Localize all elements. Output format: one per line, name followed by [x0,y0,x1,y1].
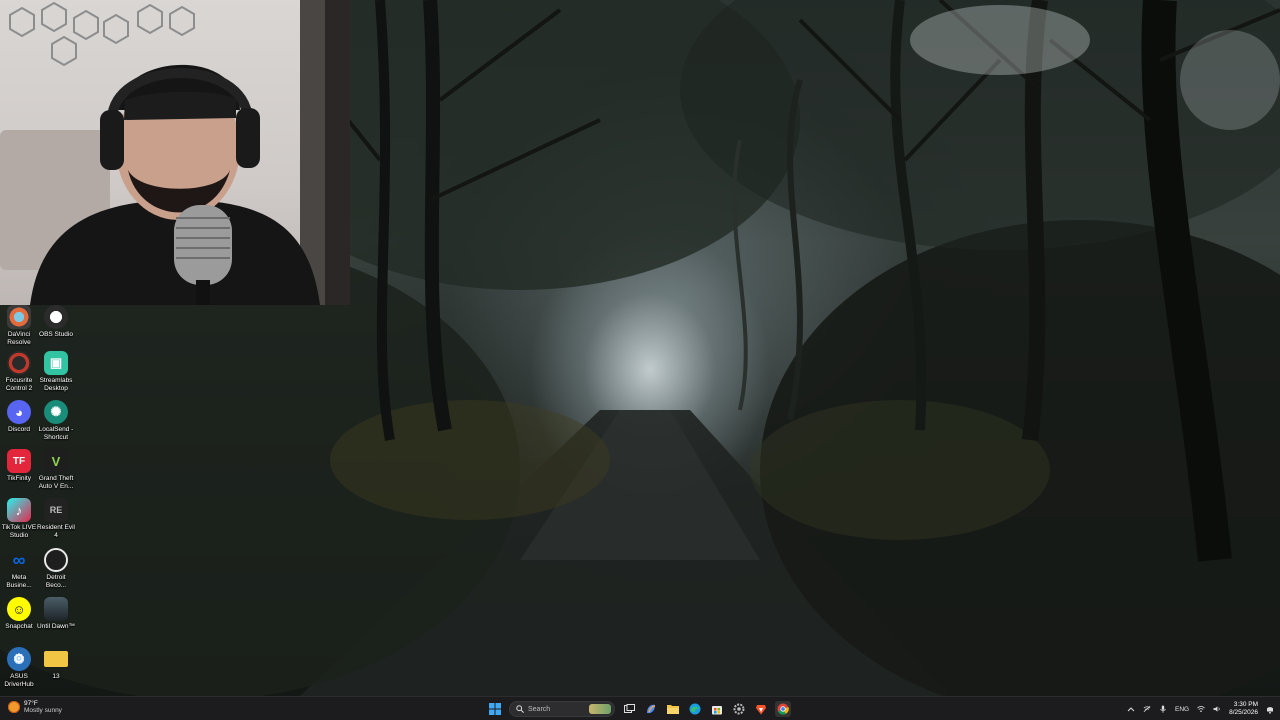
desktop-icon-folder-13[interactable]: 13 [37,647,75,681]
search-highlight-icon [589,704,611,714]
desktop-icon-label: Streamlabs Desktop [39,377,73,392]
search-icon [516,705,524,713]
desktop-icon-label: ASUS DriverHub [4,673,34,688]
desktop-icon-label: Focusrite Control 2 [5,377,33,392]
webcam-overlay [0,0,350,305]
focusrite-icon [7,351,31,375]
desktop-icon-focusrite[interactable]: Focusrite Control 2 [0,351,38,392]
weather-condition: Mostly sunny [24,707,62,714]
chrome-button[interactable] [775,701,791,717]
windows-start-icon [489,703,501,715]
desktop-icon-detroit[interactable]: Detroit Beco... [37,548,75,589]
network-disconnected-icon [1143,706,1151,712]
desktop-icon-tiktok-live[interactable]: ♪ TikTok LIVE Studio [0,498,38,539]
desktop-icon-label: Discord [7,426,31,433]
desktop-icon-asus-driverhub[interactable]: ⚙ ASUS DriverHub [0,647,38,688]
desktop-icon-tikfinity[interactable]: TF TikFinity [0,449,38,483]
desktop-icon-discord[interactable]: ◕ Discord [0,400,38,434]
chrome-icon [777,703,789,715]
settings-button[interactable] [731,701,747,717]
obs-studio-icon [44,305,68,329]
file-explorer-button[interactable] [665,701,681,717]
input-language-indicator[interactable]: ENG [1175,706,1189,713]
taskbar: 97°F Mostly sunny Search ENG 3:30 PM 8/2… [0,696,1280,720]
desktop-icon-label: Grand Theft Auto V En... [38,475,74,490]
desktop-icon-label: 13 [52,673,60,680]
edge-button[interactable] [687,701,703,717]
microphone-button[interactable] [1159,705,1167,713]
desktop-icon-snapchat[interactable]: ☺ Snapchat [0,597,38,631]
desktop-icon-gta-v[interactable]: V Grand Theft Auto V En... [37,449,75,490]
desktop-icon-resident-evil[interactable]: RE Resident Evil 4 [37,498,75,539]
microsoft-store-button[interactable] [709,701,725,717]
volume-button[interactable] [1213,705,1221,713]
desktop-icon-label: TikTok LIVE Studio [1,524,37,539]
edge-icon [689,703,701,715]
search-placeholder: Search [528,705,551,713]
chevron-up-icon [1127,707,1135,712]
copilot-button[interactable] [643,701,659,717]
desktop-icon-label: Resident Evil 4 [37,524,75,539]
clock-date: 8/25/2026 [1229,709,1258,716]
desktop-icon-localsend[interactable]: ✺ LocalSend - Shortcut [37,400,75,441]
desktop-icon-streamlabs[interactable]: ▣ Streamlabs Desktop [37,351,75,392]
network-off-button[interactable] [1143,705,1151,713]
microphone-icon [1160,705,1166,713]
wifi-icon [1197,706,1205,713]
desktop-icon-meta-business[interactable]: ∞ Meta Busine... [0,548,38,589]
desktop-icon-davinci-resolve[interactable]: DaVinci Resolve [0,305,38,346]
davinci-resolve-icon [7,305,31,329]
desktop-icon-label: Until Dawn™ [37,623,75,630]
wifi-button[interactable] [1197,705,1205,713]
localsend-icon: ✺ [44,400,68,424]
settings-icon [733,703,745,715]
desktop-icon-label: OBS Studio [39,331,73,338]
desktop-icon-obs-studio[interactable]: OBS Studio [37,305,75,339]
tiktok-live-icon: ♪ [7,498,31,522]
desktop-icon-label: Detroit Beco... [45,574,67,589]
streamlabs-icon: ▣ [44,351,68,375]
tikfinity-icon: TF [7,449,31,473]
clock-time: 3:30 PM [1233,701,1258,708]
desktop-icon-label: Meta Busine... [6,574,32,589]
copilot-icon [647,704,656,714]
snapchat-icon: ☺ [7,597,31,621]
task-view-button[interactable] [621,701,637,717]
brave-icon [756,705,766,715]
taskbar-clock[interactable]: 3:30 PM 8/25/2026 [1229,701,1258,717]
taskbar-center: Search [487,699,791,719]
sunny-weather-icon [8,701,20,713]
discord-icon: ◕ [7,400,31,424]
file-explorer-icon [667,705,679,714]
resident-evil-icon: RE [44,498,68,522]
folder-icon [44,651,68,667]
desktop-icon-until-dawn[interactable]: Until Dawn™ [37,597,75,631]
gta-v-icon: V [44,449,68,473]
taskbar-search[interactable]: Search [509,701,615,717]
asus-driverhub-icon: ⚙ [7,647,31,671]
start-button[interactable] [487,701,503,717]
notifications-button[interactable] [1266,705,1274,714]
desktop-icon-label: TikFinity [7,475,31,482]
brave-button[interactable] [753,701,769,717]
store-icon [712,706,722,715]
notification-bell-icon [1267,706,1273,714]
desktop-icon-label: DaVinci Resolve [7,331,31,346]
detroit-icon [44,548,68,572]
speaker-icon [1213,706,1220,712]
show-hidden-icons-button[interactable] [1127,705,1135,713]
system-tray: ENG 3:30 PM 8/25/2026 [1127,699,1274,719]
webcam-person-image [0,0,350,305]
desktop-icon-label: Snapchat [5,623,33,630]
desktop-icon-label: LocalSend - Shortcut [38,426,74,441]
meta-business-icon: ∞ [12,549,26,570]
task-view-icon [623,704,635,713]
weather-widget[interactable]: 97°F Mostly sunny [8,700,62,714]
weather-temperature: 97°F [24,700,38,707]
until-dawn-icon [44,597,68,621]
